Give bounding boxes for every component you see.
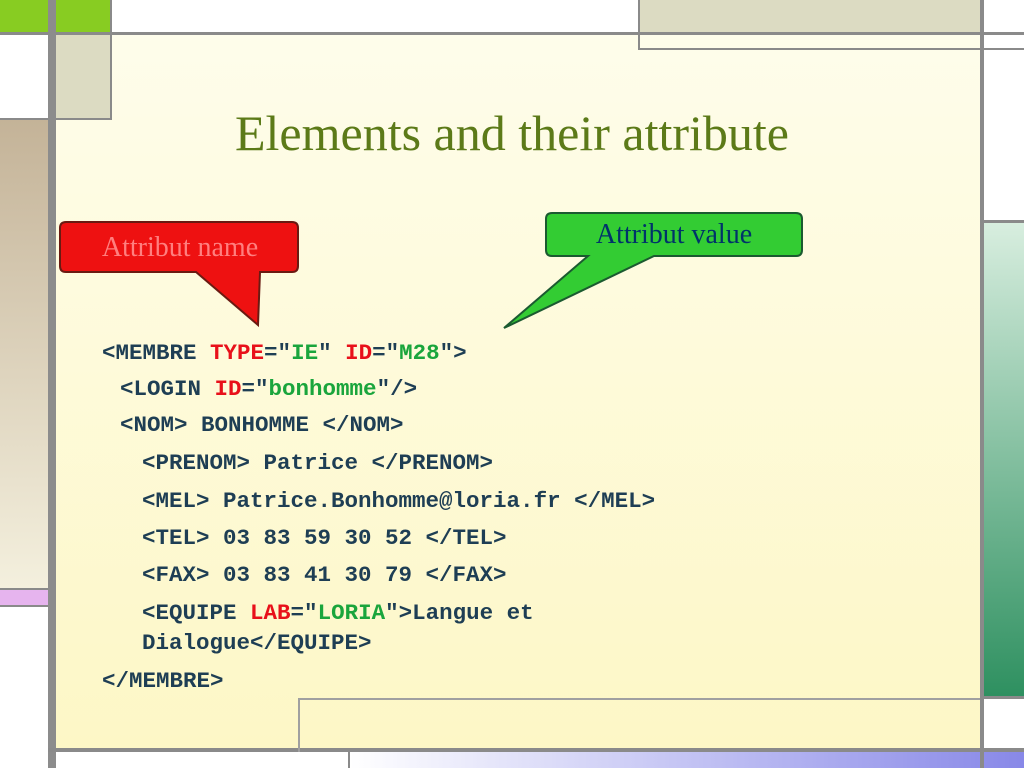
code-line-equipe-continued: Dialogue</EQUIPE> [142, 630, 372, 656]
attribute-name-id: ID [345, 340, 373, 366]
code-line-mel: <MEL> Patrice.Bonhomme@loria.fr </MEL> [142, 488, 656, 514]
code-line-fax: <FAX> 03 83 41 30 79 </FAX> [142, 562, 507, 588]
code-line-equipe: <EQUIPE LAB="LORIA">Langue et [142, 600, 534, 626]
code-line-login: <LOGIN ID="bonhomme"/> [120, 376, 418, 402]
code-line-tel: <TEL> 03 83 59 30 52 </TEL> [142, 525, 507, 551]
attribute-name-lab: LAB [250, 600, 291, 626]
attribute-name-login-id: ID [214, 376, 242, 402]
attribute-value-m28: M28 [399, 340, 440, 366]
code-line-nom: <NOM> BONHOMME </NOM> [120, 412, 404, 438]
attribute-value-loria: LORIA [317, 600, 386, 626]
callout-attribute-value-label: Attribut value [595, 219, 753, 250]
code-line-membre-open: <MEMBRE TYPE="IE" ID="M28"> [102, 340, 467, 366]
attribute-value-bonhomme: bonhomme [268, 376, 377, 402]
code-line-prenom: <PRENOM> Patrice </PRENOM> [142, 450, 494, 476]
attribute-value-ie: IE [291, 340, 319, 366]
attribute-name-type: TYPE [210, 340, 265, 366]
callout-attribute-name-label: Attribut name [101, 232, 259, 263]
code-line-membre-close: </MEMBRE> [102, 668, 224, 694]
